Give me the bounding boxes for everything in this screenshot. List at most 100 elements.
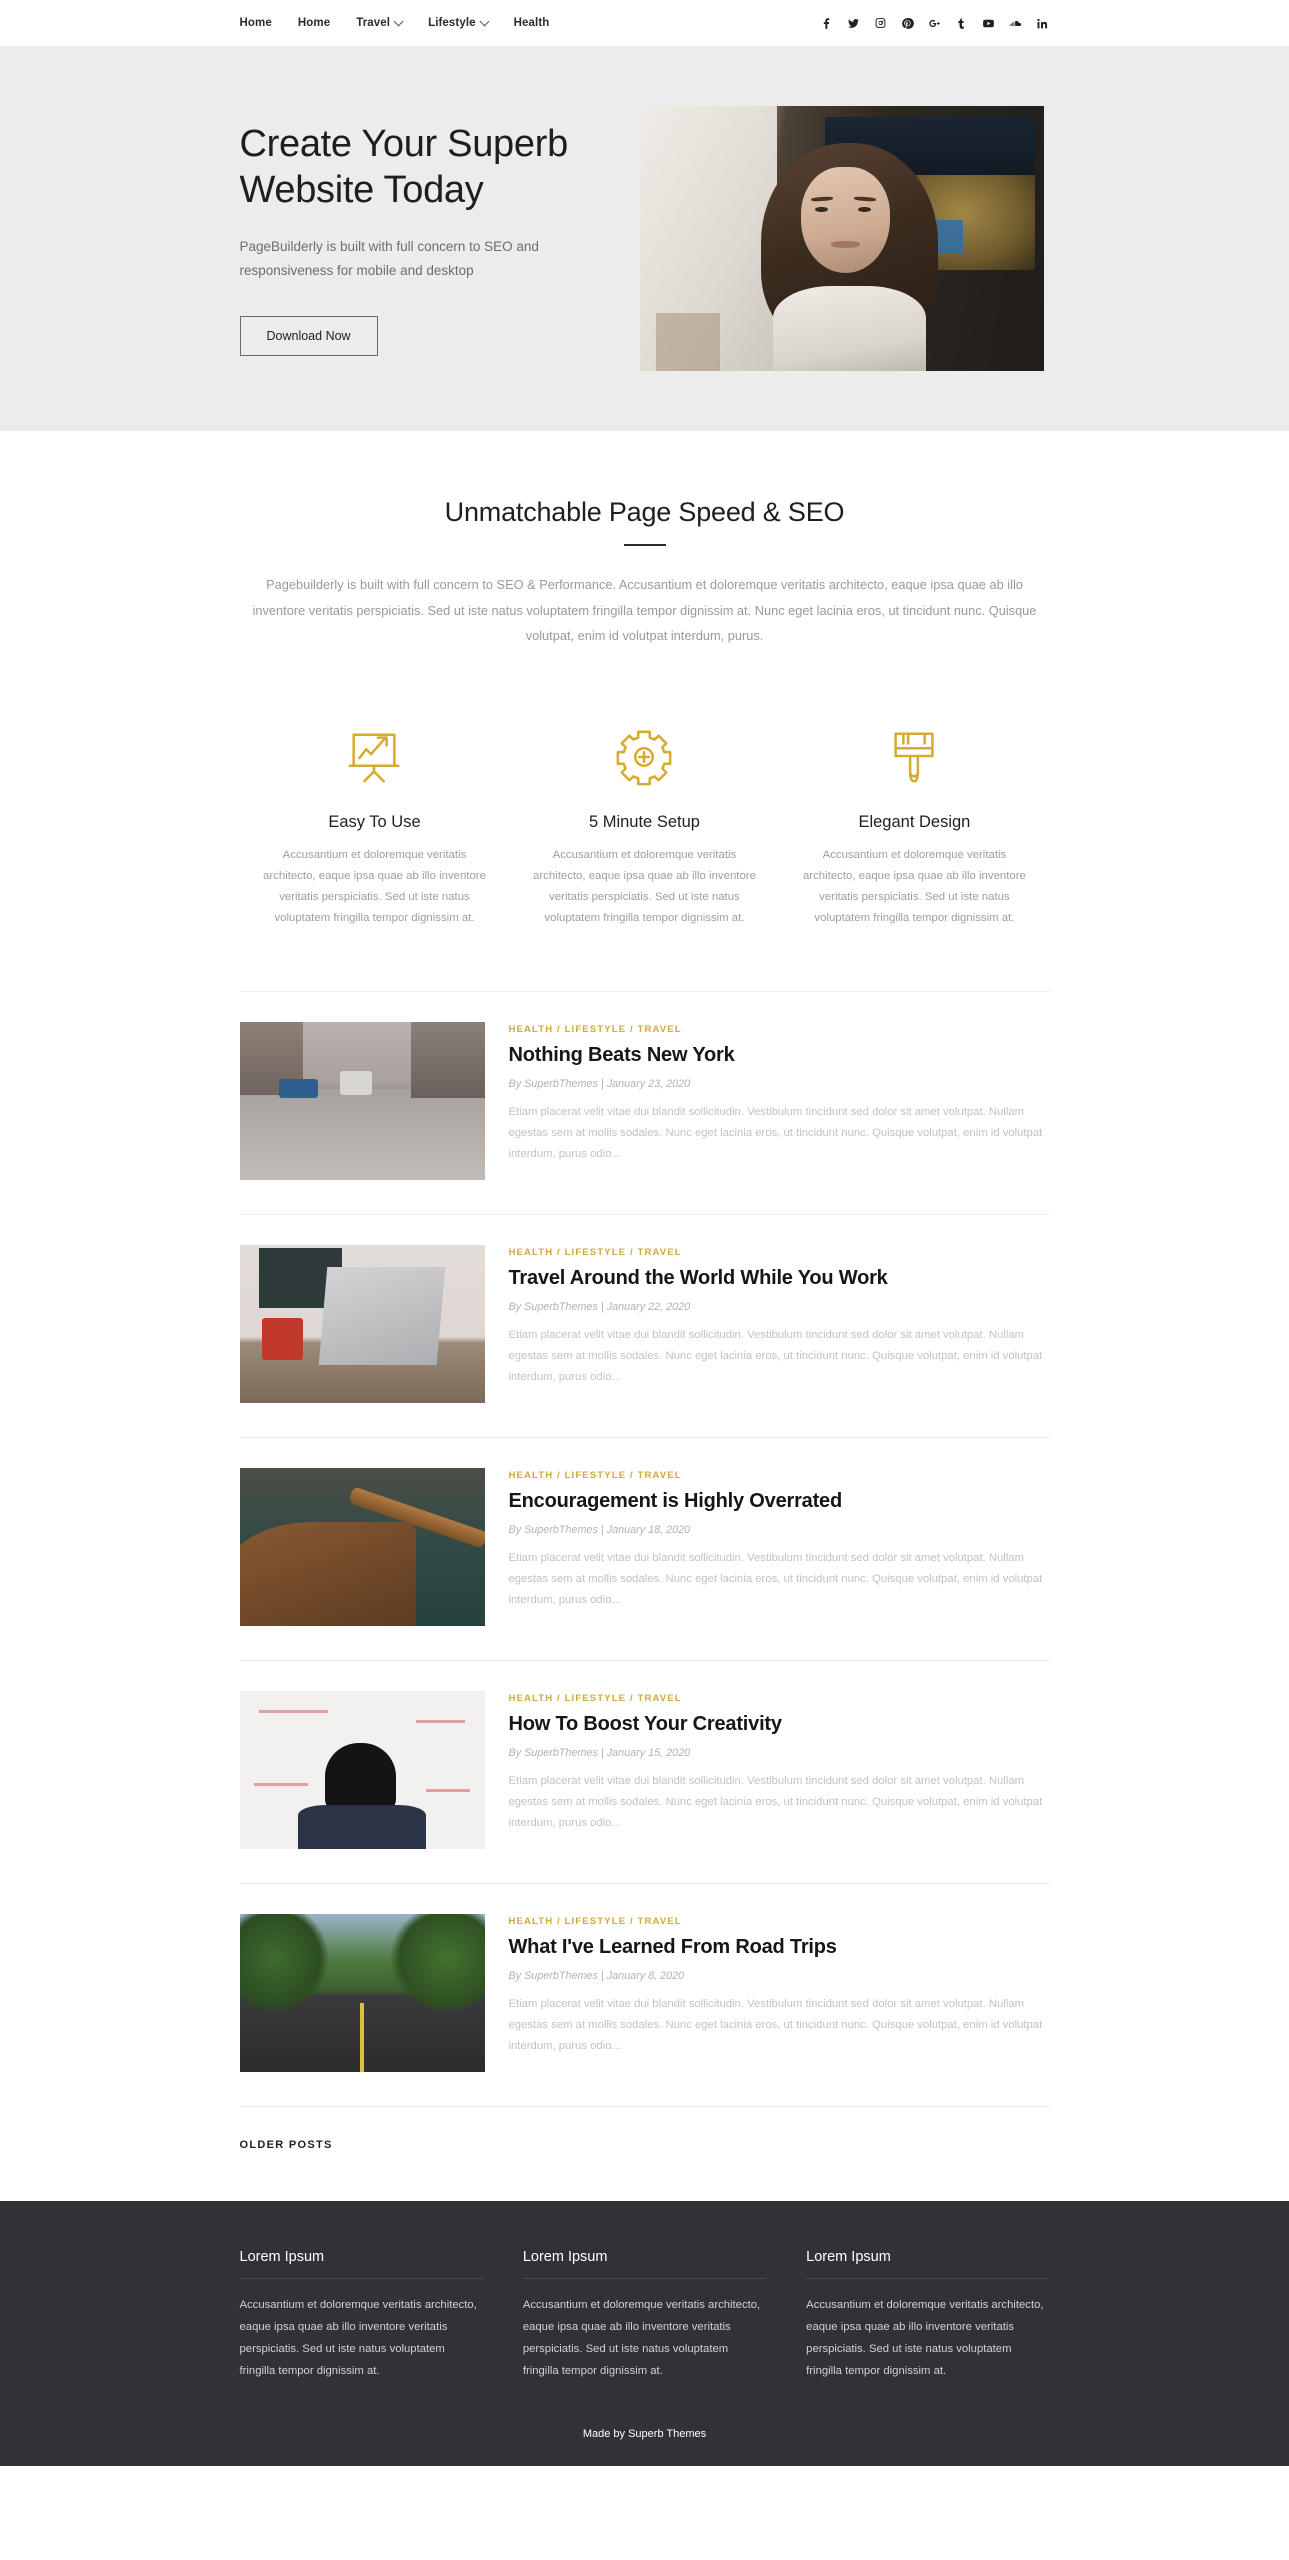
nav-item-lifestyle[interactable]: Lifestyle [428,16,490,29]
photo-chair [655,312,721,371]
road-center-line [360,2002,365,2073]
whiteboard-writing [415,1719,465,1723]
feature-title: 5 Minute Setup [588,812,700,831]
soundcloud-icon[interactable] [1009,16,1023,30]
street-car-blue [278,1079,318,1098]
post-body: HEALTH / LIFESTYLE / TRAVEL How To Boost… [509,1691,1050,1834]
footer-widget-text: Accusantium et doloremque veritatis arch… [522,2299,761,2378]
youtube-icon[interactable] [982,16,996,30]
site-footer: Lorem Ipsum Accusantium et doloremque ve… [0,2201,1289,2467]
road-trees-left [239,1914,328,2013]
post-body: HEALTH / LIFESTYLE / TRAVEL Nothing Beat… [509,1022,1050,1165]
nav-label: Home [297,17,331,29]
gear-plus-icon [525,721,763,793]
photo-eye-right [857,206,871,212]
linkedin-icon[interactable] [1036,16,1050,30]
pinterest-icon[interactable] [901,16,915,30]
post-meta: By SuperbThemes | January 23, 2020 [508,1078,691,1091]
page-root: Home Home Travel Lifestyle Health Create… [0,0,1289,2467]
whiteboard-writing [425,1789,470,1793]
facebook-icon[interactable] [820,16,834,30]
pagination: OLDER POSTS [239,2106,1050,2201]
post-title[interactable]: How To Boost Your Creativity [509,1712,1050,1737]
tumblr-icon[interactable] [955,16,969,30]
hero-photo [639,106,1044,371]
paint-brush-icon [795,721,1033,793]
post-categories[interactable]: HEALTH / LIFESTYLE / TRAVEL [509,1024,1050,1035]
chevron-down-icon [393,16,404,26]
post-body: HEALTH / LIFESTYLE / TRAVEL Travel Aroun… [509,1245,1050,1388]
nav-item-home-2[interactable]: Home [298,17,330,29]
photo-shirt [772,286,927,371]
photo-lips [831,241,860,248]
presentation-chart-icon [256,721,494,793]
download-now-button[interactable]: Download Now [239,316,378,357]
post-title[interactable]: Nothing Beats New York [509,1043,1050,1068]
road-trees-right [391,1914,485,2013]
nav-item-health[interactable]: Health [514,17,550,29]
feature-text: Accusantium et doloremque veritatis arch… [533,848,756,925]
hero-content: Create Your Superb Website Today PageBui… [239,121,640,357]
hero-section: Create Your Superb Website Today PageBui… [0,46,1289,431]
photo-face [801,166,890,273]
post-body: HEALTH / LIFESTYLE / TRAVEL What I've Le… [509,1914,1050,2057]
post-excerpt: Etiam placerat velit vitae dui blandit s… [508,1552,1043,1606]
nav-item-travel[interactable]: Travel [356,16,404,29]
post-excerpt: Etiam placerat velit vitae dui blandit s… [508,1775,1043,1829]
footer-widget-title: Lorem Ipsum [239,2249,483,2280]
post-title[interactable]: What I've Learned From Road Trips [509,1935,1050,1960]
post-title[interactable]: Encouragement is Highly Overrated [509,1489,1050,1514]
boat-hull [239,1521,416,1627]
post-title[interactable]: Travel Around the World While You Work [509,1266,1050,1291]
nav-label: Travel [356,17,391,29]
post-categories[interactable]: HEALTH / LIFESTYLE / TRAVEL [509,1247,1050,1258]
post-thumbnail-road[interactable] [239,1914,485,2073]
nav-label: Home [239,17,272,29]
section-description: Pagebuilderly is built with full concern… [252,577,1037,644]
post-item[interactable]: HEALTH / LIFESTYLE / TRAVEL How To Boost… [239,1660,1050,1883]
post-thumbnail-man-whiteboard[interactable] [239,1691,485,1850]
footer-widget-1: Lorem Ipsum Accusantium et doloremque ve… [239,2249,483,2382]
post-item[interactable]: HEALTH / LIFESTYLE / TRAVEL Encouragemen… [239,1437,1050,1660]
post-thumbnail-city-street[interactable] [239,1022,485,1181]
google-plus-icon[interactable] [928,16,942,30]
post-meta: By SuperbThemes | January 8, 2020 [508,1970,685,1983]
social-links [820,16,1050,30]
post-list: HEALTH / LIFESTYLE / TRAVEL Nothing Beat… [239,991,1050,2106]
post-thumbnail-wooden-boat[interactable] [239,1468,485,1627]
post-categories[interactable]: HEALTH / LIFESTYLE / TRAVEL [509,1470,1050,1481]
feature-card-easy-to-use: Easy To Use Accusantium et doloremque ve… [240,721,510,929]
post-item[interactable]: HEALTH / LIFESTYLE / TRAVEL Nothing Beat… [239,991,1050,1214]
nav-item-home-1[interactable]: Home [240,17,272,29]
post-item[interactable]: HEALTH / LIFESTYLE / TRAVEL Travel Aroun… [239,1214,1050,1437]
post-item[interactable]: HEALTH / LIFESTYLE / TRAVEL What I've Le… [239,1883,1050,2106]
footer-widget-2: Lorem Ipsum Accusantium et doloremque ve… [522,2249,767,2382]
footer-widgets: Lorem Ipsum Accusantium et doloremque ve… [239,2249,1050,2382]
twitter-icon[interactable] [847,16,861,30]
post-thumbnail-laptop-desk[interactable] [239,1245,485,1404]
nav-label: Health [513,17,550,29]
footer-widget-text: Accusantium et doloremque veritatis arch… [806,2299,1044,2378]
post-excerpt: Etiam placerat velit vitae dui blandit s… [508,1998,1043,2052]
post-excerpt: Etiam placerat velit vitae dui blandit s… [508,1106,1043,1160]
desk-laptop [318,1267,445,1366]
footer-widget-title: Lorem Ipsum [806,2249,1050,2280]
footer-widget-3: Lorem Ipsum Accusantium et doloremque ve… [806,2249,1050,2382]
feature-title: Easy To Use [328,812,421,831]
post-meta: By SuperbThemes | January 15, 2020 [508,1747,691,1760]
feature-card-5-minute-setup: 5 Minute Setup Accusantium et doloremque… [509,721,779,929]
street-car-silver [339,1071,372,1095]
hero-title: Create Your Superb Website Today [239,122,569,211]
older-posts-link[interactable]: OLDER POSTS [240,2139,333,2151]
feature-columns: Easy To Use Accusantium et doloremque ve… [240,721,1050,929]
post-body: HEALTH / LIFESTYLE / TRAVEL Encouragemen… [509,1468,1050,1611]
desk-red-mug [261,1317,304,1361]
post-categories[interactable]: HEALTH / LIFESTYLE / TRAVEL [509,1916,1050,1927]
whiteboard-person-head [325,1743,397,1813]
street-building-right [411,1022,485,1098]
instagram-icon[interactable] [874,16,888,30]
photo-eye-left [815,206,829,212]
post-meta: By SuperbThemes | January 18, 2020 [508,1524,691,1537]
post-categories[interactable]: HEALTH / LIFESTYLE / TRAVEL [509,1693,1050,1704]
primary-navigation[interactable]: Home Home Travel Lifestyle Health [240,16,550,29]
